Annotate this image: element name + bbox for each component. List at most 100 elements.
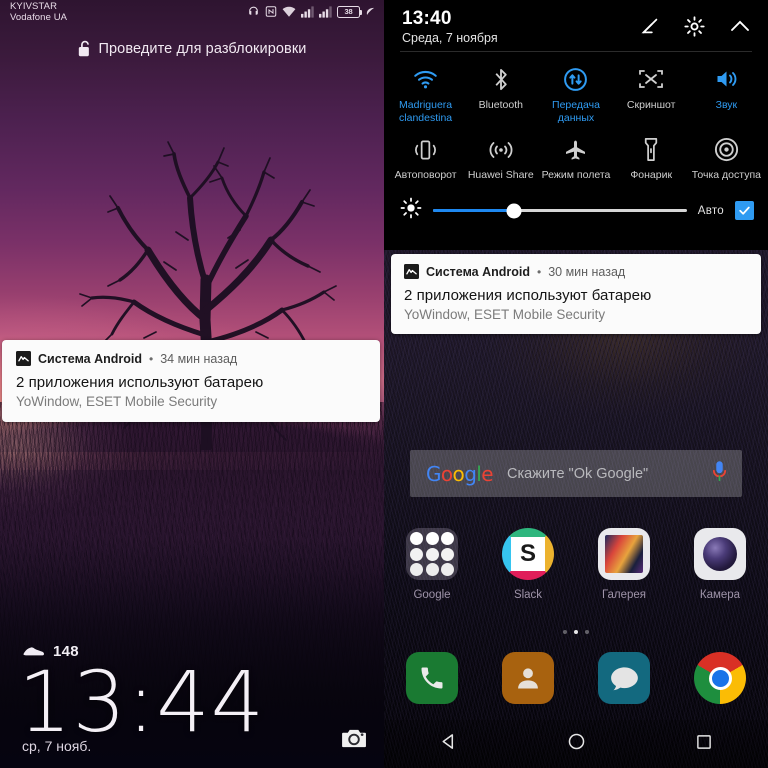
flashlight-icon xyxy=(642,136,660,163)
google-search-widget[interactable]: Google Скажите "Ok Google" xyxy=(410,450,742,497)
quick-settings-datetime: 13:40 Среда, 7 ноября xyxy=(402,8,498,45)
dock-item-phone[interactable] xyxy=(384,652,480,704)
qs-tile-screenshot[interactable]: Скриншот xyxy=(614,62,689,133)
dock-item-messages[interactable] xyxy=(576,652,672,704)
app-label-camera: Камера xyxy=(699,589,741,601)
auto-rotate-icon xyxy=(413,136,438,163)
edit-icon[interactable] xyxy=(639,15,661,42)
microphone-icon[interactable] xyxy=(711,460,728,488)
signal-sim2-icon xyxy=(319,5,332,18)
app-google-folder[interactable]: Google xyxy=(384,528,480,601)
gallery-icon xyxy=(598,528,650,580)
carrier-2: Vodafone UA xyxy=(10,11,68,23)
home-icon[interactable] xyxy=(567,732,586,756)
huawei-share-icon xyxy=(488,136,514,163)
hotspot-icon xyxy=(714,136,739,163)
gear-icon[interactable] xyxy=(683,15,706,43)
notification-title: 2 приложения используют батарею xyxy=(404,287,652,304)
android-system-icon xyxy=(16,351,31,366)
brightness-slider-thumb[interactable] xyxy=(506,203,522,219)
qs-label-bluetooth: Bluetooth xyxy=(478,98,523,111)
navigation-bar xyxy=(384,720,768,768)
home-screen-panel: 13:40 Среда, 7 ноября Madriguera clandes… xyxy=(384,0,768,768)
camera-icon[interactable] xyxy=(342,728,367,754)
back-icon[interactable] xyxy=(439,732,458,756)
qs-tile-flashlight[interactable]: Фонарик xyxy=(614,132,689,190)
unlock-hint-label: Проведите для разблокировки xyxy=(98,40,307,57)
brightness-row: Авто xyxy=(384,190,768,234)
airplane-icon xyxy=(563,136,588,163)
power-saving-leaf-icon xyxy=(366,7,375,15)
wifi-icon xyxy=(282,6,296,17)
notification-separator: • xyxy=(149,351,154,366)
app-label-slack: Slack xyxy=(513,589,543,601)
nfc-icon xyxy=(265,6,277,17)
quick-settings-grid: Madriguera clandestina Bluetooth Передач… xyxy=(384,52,768,190)
notification-header: Система Android • 34 мин назад xyxy=(16,351,366,366)
app-gallery[interactable]: Галерея xyxy=(576,528,672,601)
quick-settings-actions xyxy=(639,8,752,43)
qs-label-hotspot: Точка доступа xyxy=(691,169,761,182)
qs-label-screenshot: Скриншот xyxy=(626,98,676,111)
carrier-labels: KYIVSTAR Vodafone UA xyxy=(10,1,68,23)
quick-settings-header: 13:40 Среда, 7 ноября xyxy=(384,0,768,45)
mobile-data-icon xyxy=(563,66,588,93)
signal-sim1-icon xyxy=(301,5,314,18)
android-system-icon xyxy=(404,264,419,279)
page-dot-active[interactable] xyxy=(574,630,578,634)
headset-icon xyxy=(249,6,258,15)
camera-app-icon xyxy=(694,528,746,580)
search-input[interactable]: Скажите "Ok Google" xyxy=(507,466,697,482)
lockscreen-clock: 13:44 xyxy=(18,653,266,751)
auto-brightness-label: Авто xyxy=(697,204,724,217)
app-label-google: Google xyxy=(413,589,451,601)
phone-icon xyxy=(406,652,458,704)
page-dot[interactable] xyxy=(563,630,567,634)
qs-label-mobile-data: Передача данных xyxy=(552,98,600,124)
qs-tile-bluetooth[interactable]: Bluetooth xyxy=(463,62,538,133)
chevron-up-icon[interactable] xyxy=(728,14,752,43)
dock xyxy=(384,652,768,704)
screenshot-icon xyxy=(638,66,664,93)
qs-tile-mobile-data[interactable]: Передача данных xyxy=(538,62,613,133)
page-dot[interactable] xyxy=(585,630,589,634)
notification-title: 2 приложения используют батарею xyxy=(16,374,264,391)
qs-tile-hotspot[interactable]: Точка доступа xyxy=(689,132,764,190)
dock-item-contacts[interactable] xyxy=(480,652,576,704)
bluetooth-icon xyxy=(490,66,512,93)
notification-separator: • xyxy=(537,264,542,279)
auto-brightness-checkbox[interactable] xyxy=(735,201,754,221)
notification-body: YoWindow, ESET Mobile Security xyxy=(404,307,606,322)
google-logo: Google xyxy=(426,461,494,486)
qs-tile-airplane-mode[interactable]: Режим полета xyxy=(538,132,613,190)
notification-body: YoWindow, ESET Mobile Security xyxy=(16,394,218,409)
app-slack[interactable]: S Slack xyxy=(480,528,576,601)
messages-icon xyxy=(598,652,650,704)
battery-icon: 38 xyxy=(337,5,363,18)
recents-icon[interactable] xyxy=(695,733,713,756)
dock-item-chrome[interactable] xyxy=(672,652,768,704)
app-camera[interactable]: Камера xyxy=(672,528,768,601)
page-indicator xyxy=(384,630,768,634)
qs-tile-auto-rotate[interactable]: Автоповорот xyxy=(388,132,463,190)
chrome-icon xyxy=(694,652,746,704)
qs-label-auto-rotate: Автоповорот xyxy=(394,169,457,182)
qs-tile-sound[interactable]: Звук xyxy=(689,62,764,133)
unlock-padlock-icon xyxy=(78,40,89,57)
lockscreen-date: ср, 7 нояб. xyxy=(22,738,92,754)
qs-label-sound: Звук xyxy=(715,98,738,111)
brightness-icon xyxy=(400,197,422,224)
notification-header: Система Android • 30 мин назад xyxy=(404,264,748,279)
brightness-slider-fill xyxy=(433,209,515,213)
wifi-icon xyxy=(413,66,438,93)
lock-screen-panel: KYIVSTAR Vodafone UA 38 Проведите для ра… xyxy=(0,0,384,768)
brightness-slider[interactable] xyxy=(433,203,687,219)
shade-notification-card[interactable]: Система Android • 30 мин назад 2 приложе… xyxy=(391,254,761,334)
qs-label-flashlight: Фонарик xyxy=(630,169,673,182)
lockscreen-notification-card[interactable]: Система Android • 34 мин назад 2 приложе… xyxy=(2,340,380,422)
contacts-icon xyxy=(502,652,554,704)
unlock-hint-row[interactable]: Проведите для разблокировки xyxy=(0,40,384,57)
qs-tile-huawei-share[interactable]: Huawei Share xyxy=(463,132,538,190)
lockscreen-status-bar: KYIVSTAR Vodafone UA 38 xyxy=(0,0,384,30)
qs-tile-wifi[interactable]: Madriguera clandestina xyxy=(388,62,463,133)
